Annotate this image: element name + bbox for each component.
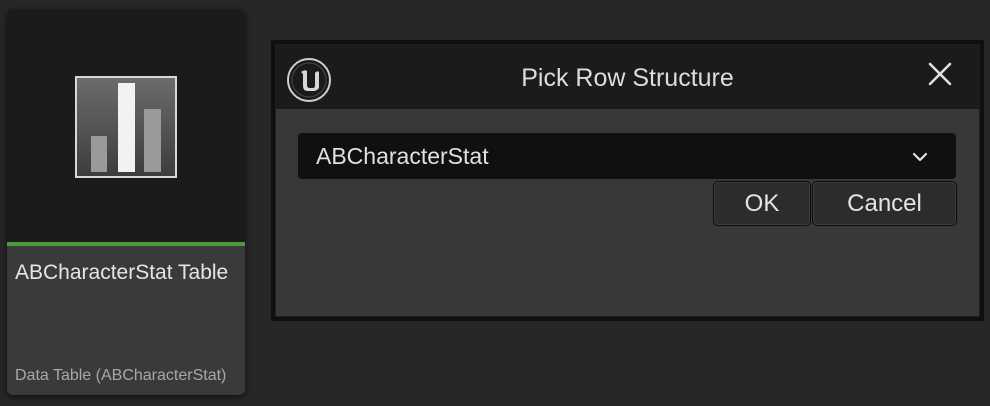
asset-type-color-bar	[7, 242, 245, 246]
asset-name: ABCharacterStat Table	[15, 261, 229, 284]
chevron-down-icon	[910, 147, 930, 167]
ok-button[interactable]: OK	[713, 181, 811, 226]
asset-thumbnail	[7, 9, 245, 242]
data-table-bar-chart-icon	[75, 76, 177, 178]
asset-tile-abcharacterstat-table[interactable]: ABCharacterStat Table Data Table (ABChar…	[7, 9, 245, 395]
dialog-body: Pick Row Structure ABCharacterStat OK Ca…	[275, 44, 980, 317]
row-structure-dropdown[interactable]: ABCharacterStat	[298, 133, 956, 179]
close-icon[interactable]	[925, 59, 955, 89]
cancel-button[interactable]: Cancel	[812, 181, 957, 226]
dialog-title: Pick Row Structure	[521, 64, 734, 92]
row-structure-selected-value: ABCharacterStat	[316, 143, 489, 169]
dialog-title-bar[interactable]: Pick Row Structure	[276, 45, 979, 109]
asset-type-label: Data Table (ABCharacterStat)	[15, 367, 227, 384]
pick-row-structure-dialog: Pick Row Structure ABCharacterStat OK Ca…	[271, 40, 984, 321]
